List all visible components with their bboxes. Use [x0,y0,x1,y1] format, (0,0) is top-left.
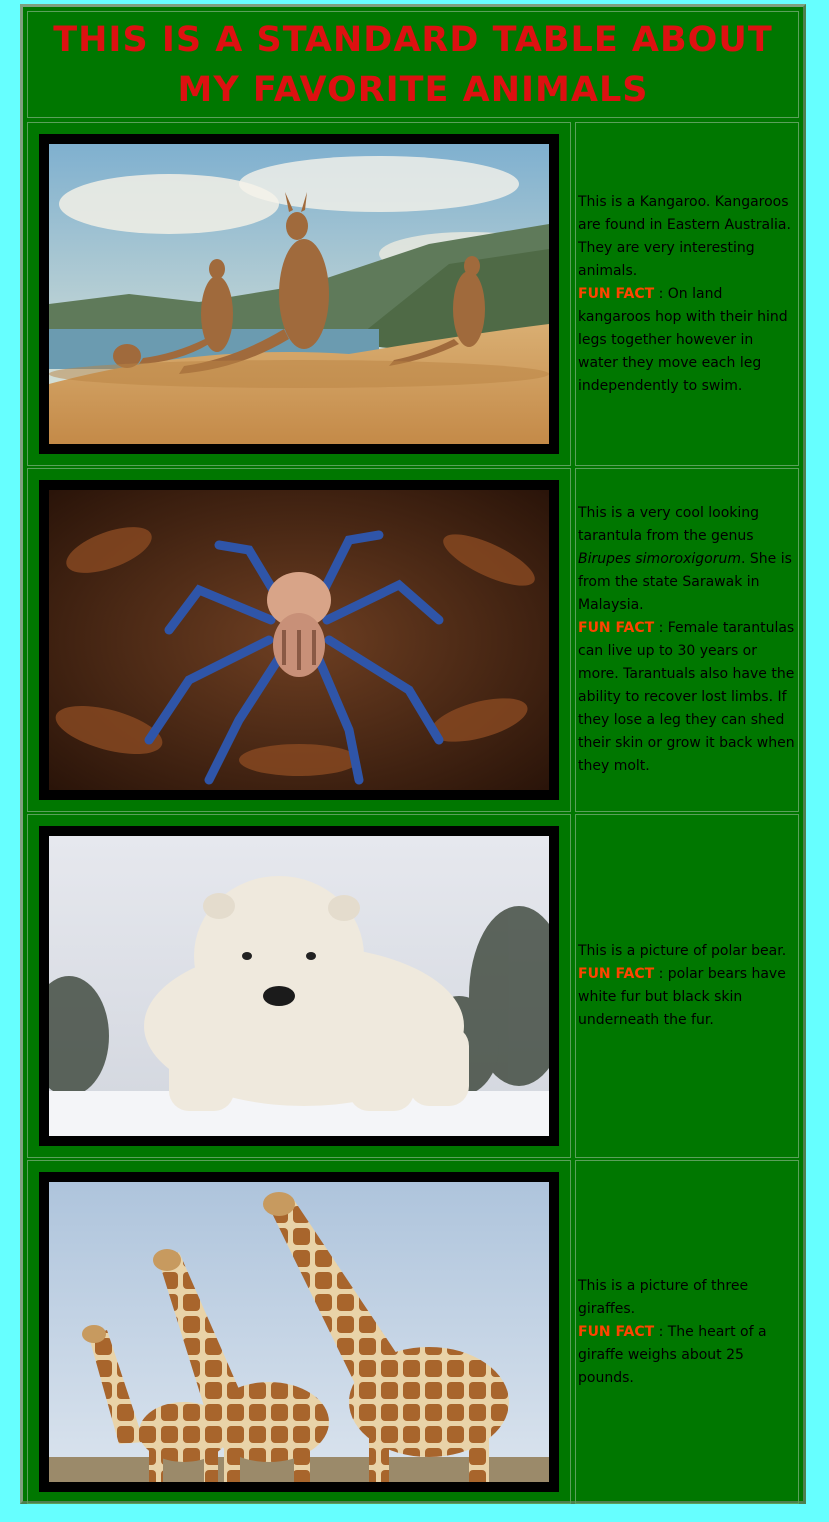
animals-table: THIS IS A STANDARD TABLE ABOUT MY FAVORI… [20,4,806,1504]
image-cell [27,814,571,1158]
description-text: This is a picture of three giraffes. [578,1277,749,1317]
image-cell [27,122,571,466]
page-title: THIS IS A STANDARD TABLE ABOUT MY FAVORI… [53,19,773,110]
fun-fact-label: FUN FACT [578,620,655,636]
scientific-name: Birupes simoroxigorum [578,551,741,567]
giraffes-description: This is a picture of three giraffes. FUN… [576,1275,798,1390]
fun-fact-text: : Female tarantulas can live up to 30 ye… [578,620,795,774]
kangaroo-image [39,134,559,454]
kangaroo-description: This is a Kangaroo. Kangaroos are found … [576,191,798,398]
description-cell: This is a very cool looking tarantula fr… [575,468,799,812]
polar-bear-description: This is a picture of polar bear. FUN FAC… [576,940,798,1032]
table-row-giraffes: This is a picture of three giraffes. FUN… [27,1160,799,1504]
polar-bear-photo [49,836,549,1136]
table-row-polar-bear: This is a picture of polar bear. FUN FAC… [27,814,799,1158]
description-cell: This is a Kangaroo. Kangaroos are found … [575,122,799,466]
fun-fact-label: FUN FACT [578,966,655,982]
polar-bear-image [39,826,559,1146]
description-text: This is a Kangaroo. Kangaroos are found … [578,193,791,279]
giraffes-photo [49,1182,549,1482]
description-cell: This is a picture of three giraffes. FUN… [575,1160,799,1504]
table-row-kangaroo: This is a Kangaroo. Kangaroos are found … [27,122,799,466]
description-text: This is a picture of polar bear. [578,943,787,959]
image-cell [27,1160,571,1504]
image-cell [27,468,571,812]
tarantula-photo [49,490,549,790]
fun-fact-label: FUN FACT [578,285,655,302]
fun-fact-label: FUN FACT [578,1323,655,1340]
title-cell: THIS IS A STANDARD TABLE ABOUT MY FAVORI… [27,11,799,118]
description-text: This is a very cool looking tarantula fr… [578,505,760,544]
description-cell: This is a picture of polar bear. FUN FAC… [575,814,799,1158]
giraffes-image [39,1172,559,1492]
kangaroos-photo [49,144,549,444]
tarantula-description: This is a very cool looking tarantula fr… [576,502,798,778]
tarantula-image [39,480,559,800]
table-row-tarantula: This is a very cool looking tarantula fr… [27,468,799,812]
